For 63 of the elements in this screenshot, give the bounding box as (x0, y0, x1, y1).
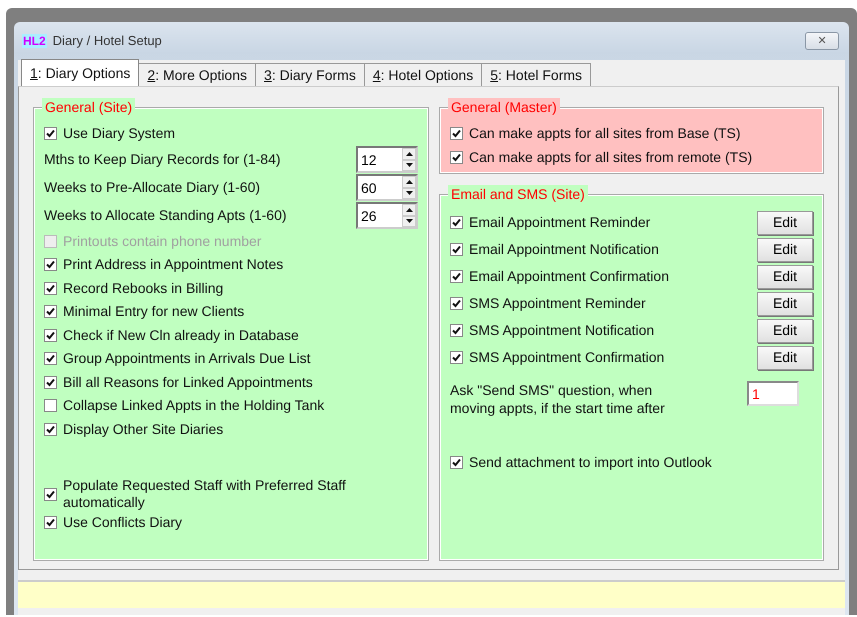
field-label: Ask "Send SMS" question, when moving appts, if the start time after (450, 381, 666, 417)
checkbox-label: Email Appointment Confirmation (469, 267, 669, 286)
checkbox[interactable] (44, 399, 57, 412)
checkbox-label: Display Other Site Diaries (63, 420, 224, 439)
checkbox-label: Can make appts for all sites from remote (TS) (469, 148, 752, 167)
checkbox[interactable] (44, 305, 57, 318)
checkbox[interactable] (450, 297, 463, 310)
group-title: General (Master) (448, 98, 560, 116)
checkbox[interactable] (450, 216, 463, 229)
checkbox[interactable] (450, 270, 463, 283)
checkbox-label: Print Address in Appointment Notes (63, 255, 284, 274)
app-logo-icon: HL2 (22, 34, 47, 48)
close-button[interactable]: ✕ (805, 32, 839, 50)
checkbox-label: Group Appointments in Arrivals Due List (63, 349, 310, 368)
group-title: General (Site) (42, 98, 136, 116)
tab[interactable]: 3: Diary Forms (255, 63, 365, 86)
checkbox[interactable] (44, 328, 57, 342)
edit-button[interactable]: Edit (757, 264, 813, 288)
checkbox-label: SMS Appointment Notification (469, 321, 654, 340)
group-title: Email and SMS (Site) (448, 185, 588, 203)
checkbox[interactable] (44, 376, 57, 389)
edit-button[interactable]: Edit (757, 318, 813, 342)
checkbox-label: Send attachment to import into Outlook (469, 453, 712, 472)
edit-button[interactable]: Edit (757, 292, 813, 316)
edit-button[interactable]: Edit (757, 210, 813, 234)
checkbox[interactable] (450, 127, 463, 140)
checkbox-label: Printouts contain phone number (63, 232, 262, 251)
checkbox-label: Populate Requested Staff with Preferred Staff automatically (63, 477, 347, 511)
tab[interactable]: 2: More Options (138, 63, 256, 86)
checkbox-label: Use Diary System (63, 124, 176, 144)
checkbox[interactable] (450, 351, 463, 364)
checkbox[interactable] (450, 150, 463, 164)
edit-button[interactable]: Edit (757, 346, 813, 370)
checkbox-label: SMS Appointment Confirmation (469, 348, 664, 367)
tab[interactable]: 5: Hotel Forms (481, 63, 592, 86)
tab[interactable]: 4: Hotel Options (364, 63, 482, 86)
checkbox[interactable] (450, 324, 463, 337)
checkbox[interactable] (44, 258, 57, 272)
checkbox[interactable] (450, 243, 463, 256)
checkbox-label: SMS Appointment Reminder (469, 294, 646, 313)
tab[interactable]: 1: Diary Options (21, 59, 140, 86)
checkbox-label: Minimal Entry for new Clients (63, 302, 244, 322)
checkbox-label: Collapse Linked Appts in the Holding Tank (63, 396, 324, 416)
checkbox[interactable] (44, 282, 57, 295)
checkbox-label: Record Rebooks in Billing (63, 278, 224, 298)
checkbox-label: Email Appointment Reminder (469, 213, 650, 232)
checkbox-label: Email Appointment Notification (469, 240, 659, 259)
checkbox[interactable] (44, 352, 57, 366)
field-label: Mths to Keep Diary Records for (1-84) (44, 150, 281, 169)
checkbox-label: Bill all Reasons for Linked Appointments (63, 372, 313, 392)
checkbox[interactable] (44, 422, 57, 436)
edit-button[interactable]: Edit (757, 238, 813, 262)
checkbox-label: Can make appts for all sites from Base (TS) (469, 124, 741, 144)
checkbox[interactable] (44, 127, 57, 140)
checkbox[interactable] (450, 456, 463, 470)
window-title: Diary / Hotel Setup (52, 32, 162, 50)
checkbox[interactable] (44, 516, 57, 530)
field-label: Weeks to Allocate Standing Apts (1-60) (44, 206, 287, 225)
field-label: Weeks to Pre-Allocate Diary (1-60) (44, 178, 260, 197)
input-field[interactable]: 1 (747, 381, 799, 406)
checkbox-label: Check if New Cln already in Database (63, 326, 299, 345)
checkbox[interactable] (44, 488, 57, 500)
checkbox-label: Use Conflicts Diary (63, 513, 182, 532)
